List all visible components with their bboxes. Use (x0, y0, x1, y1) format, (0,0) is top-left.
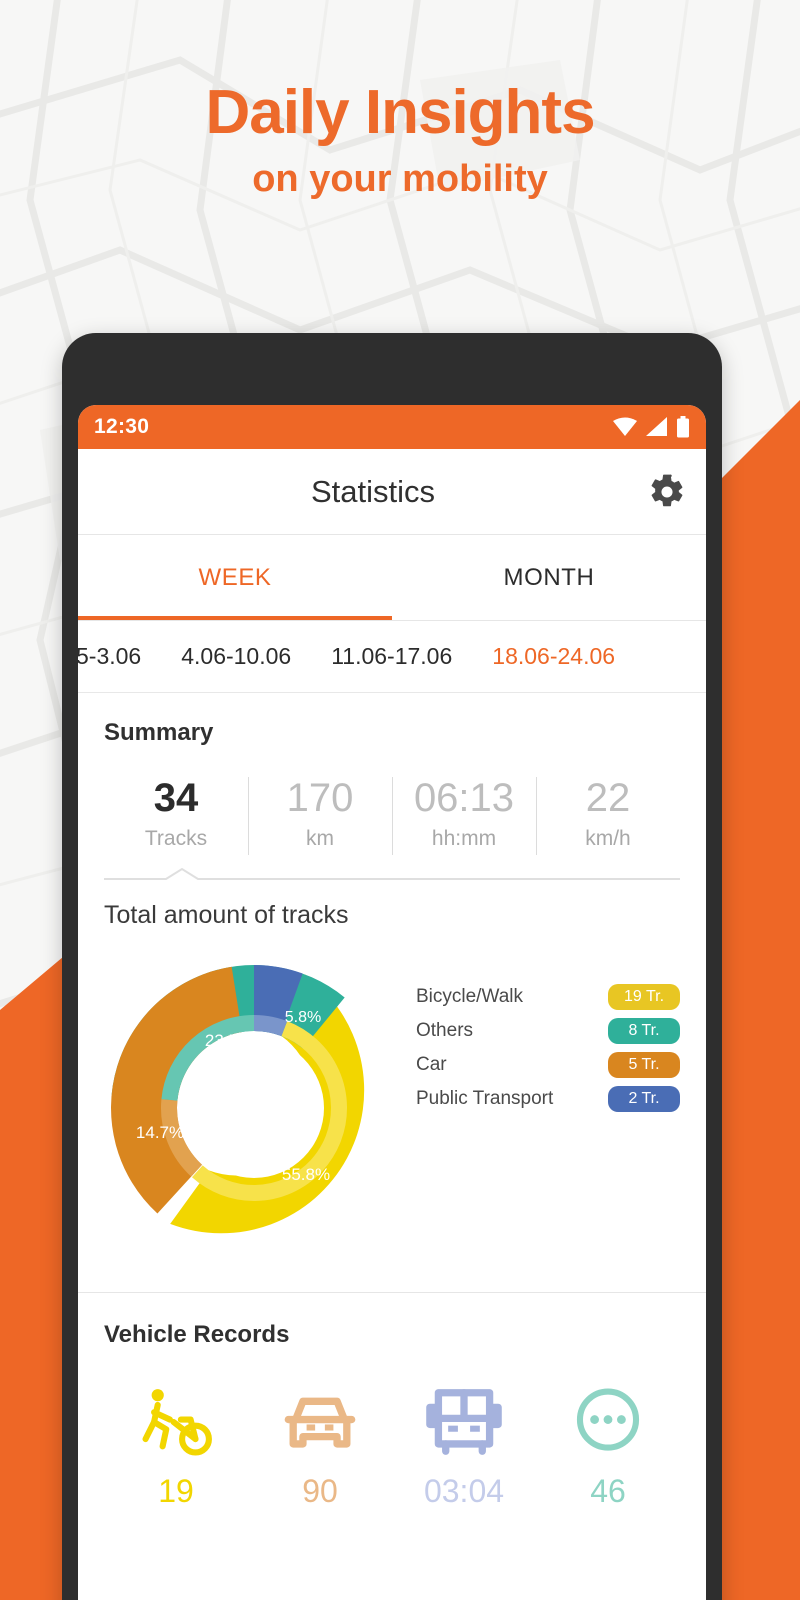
summary-divider-with-notch (104, 867, 680, 881)
tab-month[interactable]: MONTH (392, 535, 706, 620)
summary-metric-value: 34 (153, 776, 199, 820)
summary-metric-value: 06:13 (413, 776, 515, 820)
vehicle-records-section: Vehicle Records 19 90 03:04 46 (78, 1292, 706, 1510)
legend-badge: 5 Tr. (608, 1052, 680, 1078)
date-range-item[interactable]: 5-3.06 (78, 643, 161, 670)
summary-metrics-row: 34 Tracks 170 km 06:13 hh:mm 22 km/h (104, 771, 680, 865)
summary-metric-value: 170 (286, 776, 354, 820)
gear-icon (651, 474, 683, 506)
battery-icon (677, 416, 689, 438)
vehicle-record-value: 90 (302, 1473, 338, 1509)
chart-legend: Bicycle/Walk 19 Tr. Others 8 Tr. Car 5 T… (404, 958, 680, 1258)
vehicle-records-row: 19 90 03:04 46 (104, 1379, 680, 1510)
legend-label: Public Transport (416, 1088, 554, 1109)
summary-metric-duration[interactable]: 06:13 hh:mm (392, 771, 536, 865)
summary-metric-distance[interactable]: 170 km (248, 771, 392, 865)
phone-screen: 12:30 Statistics WEEK MONTH 5-3.06 4.06-… (78, 405, 706, 1600)
tracks-chart-section: Total amount of tracks 55.8% 23.5% 14.7%… (78, 881, 706, 1292)
vehicle-record-bicycle-walk[interactable]: 19 (104, 1379, 248, 1510)
legend-badge: 2 Tr. (608, 1086, 680, 1112)
phone-mockup-frame: 12:30 Statistics WEEK MONTH 5-3.06 4.06-… (62, 333, 722, 1600)
donut-label-public-transport: 5.8% (285, 1009, 321, 1026)
legend-item-public-transport[interactable]: Public Transport 2 Tr. (416, 1082, 680, 1116)
period-tabs: WEEK MONTH (78, 535, 706, 621)
summary-metric-unit: km (306, 827, 334, 850)
car-icon (248, 1379, 392, 1465)
vehicle-record-value: 03:04 (423, 1473, 505, 1509)
legend-item-others[interactable]: Others 8 Tr. (416, 1014, 680, 1048)
settings-button[interactable] (628, 473, 706, 511)
tab-week[interactable]: WEEK (78, 535, 392, 620)
donut-hole (184, 1038, 324, 1178)
summary-metric-speed[interactable]: 22 km/h (536, 771, 680, 865)
summary-section: Summary 34 Tracks 170 km 06:13 hh:mm 22 … (78, 693, 706, 881)
legend-label: Bicycle/Walk (416, 986, 523, 1007)
date-range-item[interactable]: 4.06-10.06 (161, 643, 311, 670)
status-bar: 12:30 (78, 405, 706, 449)
donut-label-bicycle-walk: 55.8% (282, 1165, 330, 1184)
vehicle-record-car[interactable]: 90 (248, 1379, 392, 1510)
legend-item-car[interactable]: Car 5 Tr. (416, 1048, 680, 1082)
wifi-icon (613, 417, 637, 436)
chart-title: Total amount of tracks (104, 901, 349, 929)
date-range-item-selected[interactable]: 18.06-24.06 (472, 643, 635, 670)
summary-metric-tracks[interactable]: 34 Tracks (104, 771, 248, 865)
status-bar-clock: 12:30 (94, 415, 150, 438)
status-bar-icons (612, 416, 690, 438)
bus-icon (392, 1379, 536, 1465)
summary-metric-unit: Tracks (144, 827, 208, 850)
date-range-selector[interactable]: 5-3.06 4.06-10.06 11.06-17.06 18.06-24.0… (78, 621, 706, 693)
vehicle-record-bus[interactable]: 03:04 (392, 1379, 536, 1510)
date-range-item[interactable]: 11.06-17.06 (311, 643, 472, 670)
promo-headline: Daily Insights (205, 78, 595, 147)
chart-body: 55.8% 23.5% 14.7% 5.8% Bicycle/Walk 19 T… (104, 958, 680, 1258)
donut-label-car: 14.7% (136, 1123, 184, 1142)
more-ellipsis-icon (536, 1379, 680, 1465)
legend-label: Others (416, 1020, 474, 1041)
vehicle-record-others[interactable]: 46 (536, 1379, 680, 1510)
summary-metric-value: 22 (585, 776, 631, 820)
legend-label: Car (416, 1054, 447, 1075)
page-title: Statistics (310, 473, 436, 509)
legend-item-bicycle-walk[interactable]: Bicycle/Walk 19 Tr. (416, 980, 680, 1014)
summary-metric-unit: km/h (585, 827, 631, 850)
cellular-signal-icon (646, 417, 667, 436)
donut-chart[interactable]: 55.8% 23.5% 14.7% 5.8% (104, 958, 404, 1258)
summary-metric-unit: hh:mm (431, 827, 497, 850)
promo-headline-block: Daily Insights on your mobility (0, 78, 800, 200)
legend-badge: 8 Tr. (608, 1018, 680, 1044)
vehicle-records-title: Vehicle Records (104, 1321, 290, 1348)
bicycle-walk-icon (104, 1379, 248, 1465)
vehicle-record-value: 19 (158, 1473, 194, 1509)
summary-title: Summary (104, 719, 214, 746)
vehicle-record-value: 46 (590, 1473, 626, 1509)
legend-badge: 19 Tr. (608, 984, 680, 1010)
app-bar: Statistics (78, 449, 706, 535)
donut-label-others: 23.5% (205, 1031, 253, 1050)
promo-subheadline: on your mobility (252, 158, 548, 200)
